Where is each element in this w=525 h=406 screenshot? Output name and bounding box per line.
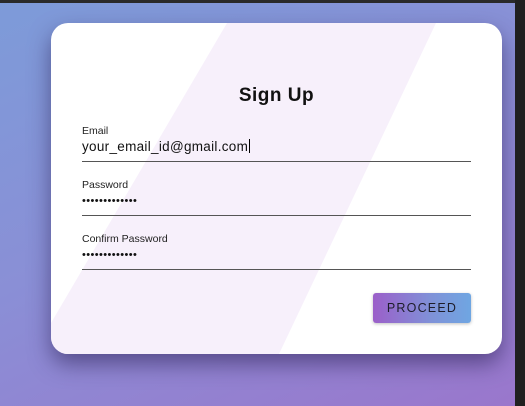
proceed-button[interactable]: PROCEED — [373, 293, 471, 323]
text-caret — [249, 139, 251, 153]
confirm-password-field[interactable]: Confirm Password ••••••••••••• — [82, 233, 471, 270]
email-input[interactable]: your_email_id@gmail.com — [82, 139, 471, 155]
password-input[interactable]: ••••••••••••• — [82, 194, 471, 208]
page-title: Sign Up — [238, 85, 315, 106]
confirm-password-input[interactable]: ••••••••••••• — [82, 248, 471, 262]
window-edge — [515, 0, 525, 406]
password-field[interactable]: Password ••••••••••••• — [82, 179, 471, 216]
top-edge — [0, 0, 525, 3]
email-label: Email — [82, 125, 109, 137]
signup-card: Sign Up Email your_email_id@gmail.com Pa… — [51, 23, 502, 354]
confirm-password-label: Confirm Password — [82, 233, 168, 245]
email-field[interactable]: Email your_email_id@gmail.com — [82, 125, 471, 162]
password-label: Password — [82, 179, 129, 191]
email-value: your_email_id@gmail.com — [82, 139, 249, 154]
